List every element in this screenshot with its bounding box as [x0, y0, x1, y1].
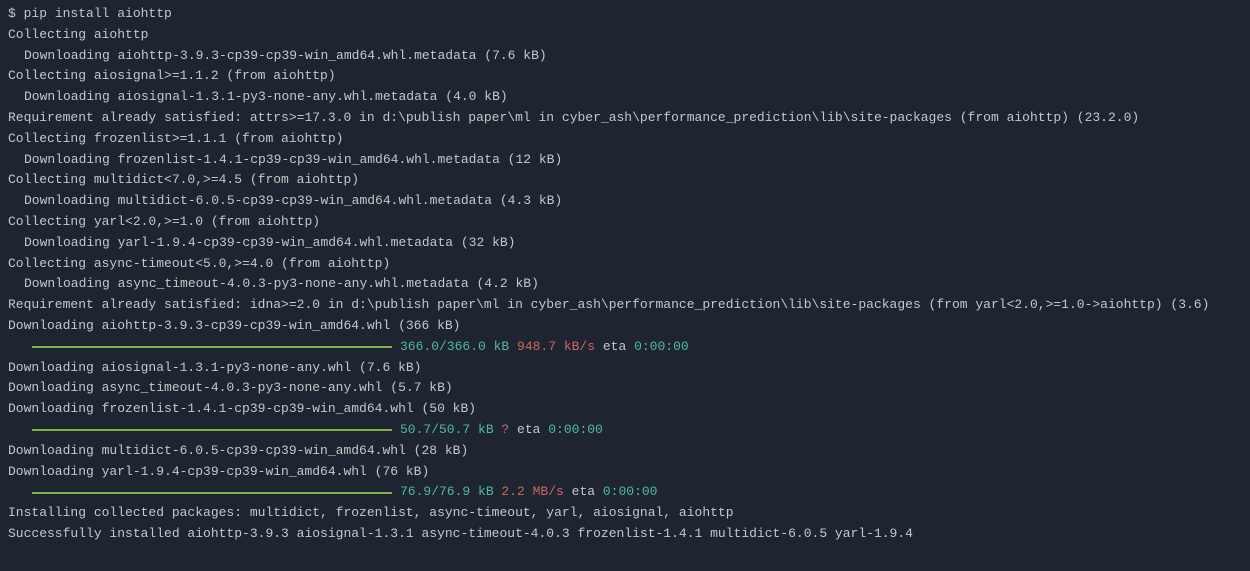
progress-time: 0:00:00 — [548, 420, 603, 441]
progress-eta-label: eta — [564, 482, 603, 503]
output-line: Collecting async-timeout<5.0,>=4.0 (from… — [8, 254, 1242, 275]
output-line: Collecting yarl<2.0,>=1.0 (from aiohttp) — [8, 212, 1242, 233]
output-line: Downloading multidict-6.0.5-cp39-cp39-wi… — [8, 441, 1242, 462]
output-line: Downloading aiohttp-3.9.3-cp39-cp39-win_… — [8, 46, 1242, 67]
output-line: Downloading aiosignal-1.3.1-py3-none-any… — [8, 358, 1242, 379]
output-line: Successfully installed aiohttp-3.9.3 aio… — [8, 524, 1242, 545]
output-line: Downloading frozenlist-1.4.1-cp39-cp39-w… — [8, 399, 1242, 420]
output-line: Downloading multidict-6.0.5-cp39-cp39-wi… — [8, 191, 1242, 212]
command-text: pip install aiohttp — [24, 6, 172, 21]
progress-size: 76.9/76.9 kB — [400, 482, 494, 503]
progress-eta-label: eta — [595, 337, 634, 358]
output-line: Installing collected packages: multidict… — [8, 503, 1242, 524]
output-line: Requirement already satisfied: idna>=2.0… — [8, 295, 1242, 316]
progress-line: 76.9/76.9 kB 2.2 MB/s eta 0:00:00 — [8, 482, 1242, 503]
output-line: Downloading async_timeout-4.0.3-py3-none… — [8, 378, 1242, 399]
terminal-output: $ pip install aiohttp Collecting aiohttp… — [8, 4, 1242, 545]
output-line: Downloading yarl-1.9.4-cp39-cp39-win_amd… — [8, 462, 1242, 483]
output-line: Downloading aiosignal-1.3.1-py3-none-any… — [8, 87, 1242, 108]
output-line: Collecting aiosignal>=1.1.2 (from aiohtt… — [8, 66, 1242, 87]
output-line: Downloading async_timeout-4.0.3-py3-none… — [8, 274, 1242, 295]
output-line: Requirement already satisfied: attrs>=17… — [8, 108, 1242, 129]
progress-line: 50.7/50.7 kB ? eta 0:00:00 — [8, 420, 1242, 441]
progress-bar — [32, 429, 392, 431]
output-line: Downloading yarl-1.9.4-cp39-cp39-win_amd… — [8, 233, 1242, 254]
progress-bar — [32, 346, 392, 348]
progress-speed: ? — [494, 420, 510, 441]
prompt-symbol: $ — [8, 6, 24, 21]
output-line: Collecting frozenlist>=1.1.1 (from aioht… — [8, 129, 1242, 150]
output-line: Collecting multidict<7.0,>=4.5 (from aio… — [8, 170, 1242, 191]
progress-time: 0:00:00 — [603, 482, 658, 503]
command-line: $ pip install aiohttp — [8, 4, 1242, 25]
progress-bar — [32, 492, 392, 494]
progress-size: 366.0/366.0 kB — [400, 337, 509, 358]
progress-time: 0:00:00 — [634, 337, 689, 358]
progress-line: 366.0/366.0 kB 948.7 kB/s eta 0:00:00 — [8, 337, 1242, 358]
progress-size: 50.7/50.7 kB — [400, 420, 494, 441]
progress-speed: 2.2 MB/s — [494, 482, 564, 503]
progress-speed: 948.7 kB/s — [509, 337, 595, 358]
output-line: Collecting aiohttp — [8, 25, 1242, 46]
progress-eta-label: eta — [509, 420, 548, 441]
output-line: Downloading frozenlist-1.4.1-cp39-cp39-w… — [8, 150, 1242, 171]
output-line: Downloading aiohttp-3.9.3-cp39-cp39-win_… — [8, 316, 1242, 337]
